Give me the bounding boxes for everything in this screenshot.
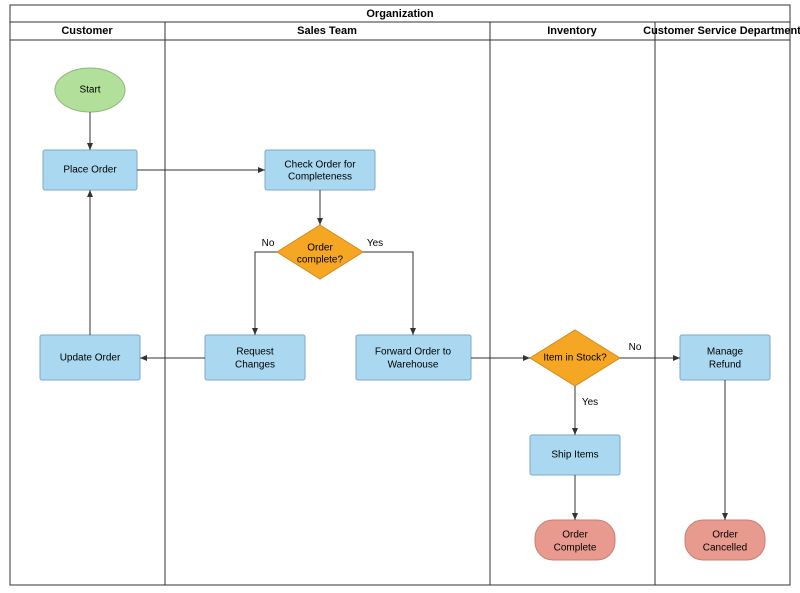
item-in-stock-label: Item in Stock? [543,353,607,364]
edge-stock-no-label: No [629,342,642,353]
swimlane-diagram: Organization Customer Sales Team Invento… [0,0,800,593]
manage-refund-label-1: Manage [707,347,744,358]
pool-border [10,5,790,585]
edge-stock-yes-label: Yes [582,397,598,408]
order-complete-end-label-2: Complete [554,543,597,554]
edge-no-label: No [262,238,275,249]
decision-label-1: Order [307,243,333,254]
request-changes-label-1: Request [236,347,273,358]
lane-header-customer: Customer [61,25,113,37]
pool-title: Organization [366,8,434,20]
edge-yes-label: Yes [367,238,383,249]
place-order-label: Place Order [63,165,117,176]
check-order-label-1: Check Order for [284,160,356,171]
edge-decision-yes [363,252,413,335]
order-cancelled-end-label-1: Order [712,530,738,541]
order-complete-end-label-1: Order [562,530,588,541]
lane-header-sales: Sales Team [297,25,357,37]
ship-items-label: Ship Items [551,450,598,461]
lane-header-csd: Customer Service Department [643,25,800,37]
manage-refund-label-2: Refund [709,360,741,371]
start-label: Start [79,85,100,96]
forward-order-label-2: Warehouse [388,360,439,371]
lane-header-inventory: Inventory [547,25,597,37]
decision-label-2: complete? [297,255,344,266]
check-order-label-2: Completeness [288,172,352,183]
update-order-label: Update Order [60,353,121,364]
edge-decision-no [255,252,277,335]
request-changes-label-2: Changes [235,360,275,371]
forward-order-label-1: Forward Order to [375,347,452,358]
order-cancelled-end-label-2: Cancelled [703,543,747,554]
